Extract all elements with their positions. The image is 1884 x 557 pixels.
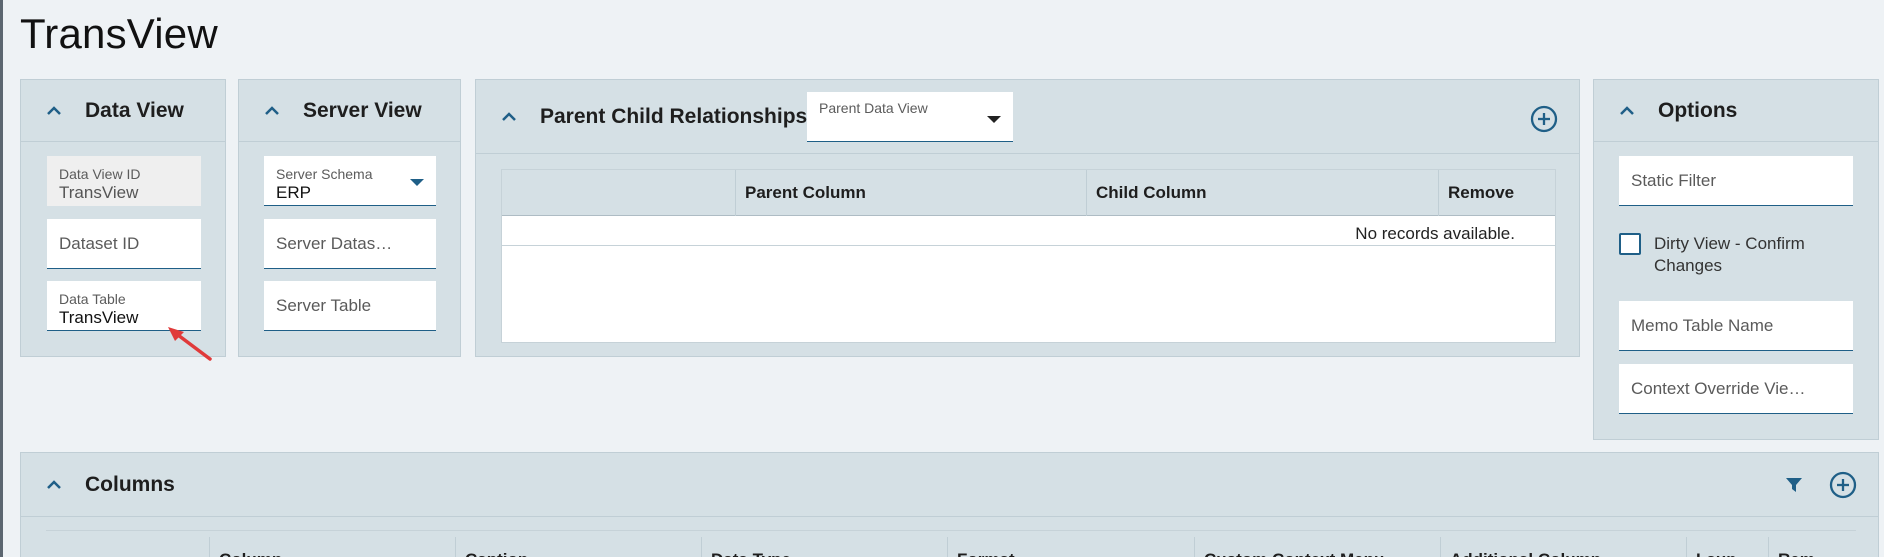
server-schema-chevron-down-icon — [410, 179, 424, 186]
context-override-field[interactable]: Context Override Vie… — [1619, 364, 1853, 414]
column-header-parent-column[interactable]: Parent Column — [735, 170, 1086, 216]
columns-header-select[interactable] — [46, 537, 209, 557]
dirty-view-label-line1: Dirty View - Confirm — [1654, 234, 1805, 253]
parent-data-view-chevron-down-icon — [987, 116, 1001, 123]
server-table-field[interactable]: Server Table — [264, 281, 436, 331]
server-view-title: Server View — [303, 98, 422, 122]
page-title: TransView — [20, 10, 218, 57]
column-header-remove[interactable]: Remove — [1438, 170, 1556, 216]
collapse-relationships-chevron-up-icon[interactable] — [498, 106, 520, 128]
static-filter-placeholder: Static Filter — [1631, 170, 1717, 190]
relationships-title: Parent Child Relationships — [540, 104, 808, 128]
server-schema-dropdown[interactable]: Server Schema ERP — [264, 156, 436, 206]
add-column-add-circle-icon[interactable] — [1829, 471, 1857, 504]
columns-header-custom-context-menu[interactable]: Custom Context Menu — [1194, 537, 1440, 557]
parent-data-view-dropdown[interactable]: Parent Data View — [807, 92, 1013, 142]
dirty-view-label-line2: Changes — [1654, 256, 1723, 275]
columns-header-format[interactable]: Format — [947, 537, 1194, 557]
columns-header-launch[interactable]: Laun… — [1686, 537, 1768, 557]
relationships-table: Parent Column Child Column Remove No rec… — [501, 169, 1556, 343]
collapse-options-chevron-up-icon[interactable] — [1616, 100, 1638, 122]
collapse-server-view-chevron-up-icon[interactable] — [261, 100, 283, 122]
data-table-label: Data Table — [59, 291, 126, 307]
data-table-value: TransView — [59, 308, 139, 327]
dirty-view-checkbox[interactable] — [1619, 233, 1641, 255]
server-schema-value: ERP — [276, 183, 311, 202]
data-view-id-field: Data View ID TransView — [47, 156, 201, 206]
columns-header: Columns — [21, 453, 1878, 517]
window-edge — [0, 0, 3, 557]
relationships-header: Parent Child Relationships — [476, 80, 1579, 154]
server-view-header: Server View — [239, 80, 460, 142]
columns-header-data-type[interactable]: Data Type — [701, 537, 947, 557]
dataset-id-field[interactable]: Dataset ID — [47, 219, 201, 269]
annotation-arrow-icon — [168, 327, 212, 361]
parent-data-view-label: Parent Data View — [819, 100, 928, 116]
columns-header-caption[interactable]: Caption — [455, 537, 701, 557]
relationships-table-header: Parent Column Child Column Remove — [502, 170, 1555, 216]
data-view-id-label: Data View ID — [59, 166, 141, 182]
options-panel: Options Static Filter Dirty View - Confi… — [1593, 79, 1879, 440]
server-dataset-field[interactable]: Server Datas… — [264, 219, 436, 269]
columns-header-remove[interactable]: Rem… — [1768, 537, 1856, 557]
columns-filter-icon[interactable] — [1785, 476, 1803, 499]
add-relationship-add-circle-icon[interactable] — [1530, 105, 1558, 138]
column-header-child-column[interactable]: Child Column — [1086, 170, 1438, 216]
dataset-id-placeholder: Dataset ID — [59, 233, 140, 253]
column-header-select[interactable] — [502, 170, 735, 216]
columns-title: Columns — [85, 472, 175, 496]
server-table-placeholder: Server Table — [276, 295, 372, 315]
data-view-id-value: TransView — [59, 183, 139, 202]
data-view-panel: Data View Data View ID TransView Dataset… — [20, 79, 226, 361]
server-view-panel: Server View Server Schema ERP Server Dat… — [238, 79, 461, 357]
data-view-header: Data View — [21, 80, 225, 142]
options-title: Options — [1658, 98, 1738, 122]
memo-table-placeholder: Memo Table Name — [1631, 315, 1774, 335]
collapse-data-view-chevron-up-icon[interactable] — [43, 100, 65, 122]
static-filter-field[interactable]: Static Filter — [1619, 156, 1853, 206]
server-dataset-placeholder: Server Datas… — [276, 233, 393, 253]
data-view-title: Data View — [85, 98, 184, 122]
collapse-columns-chevron-up-icon[interactable] — [43, 474, 65, 496]
server-schema-label: Server Schema — [276, 166, 373, 182]
dirty-view-label: Dirty View - Confirm Changes — [1654, 233, 1805, 277]
columns-panel: Columns Column Caption Data Type Format … — [20, 452, 1879, 557]
columns-header-column[interactable]: Column — [209, 537, 455, 557]
context-override-placeholder: Context Override Vie… — [1631, 378, 1806, 398]
no-records-text: No records available. — [1355, 224, 1515, 243]
relationships-panel: Parent Child Relationships Parent Data V… — [475, 79, 1580, 357]
options-header: Options — [1594, 80, 1878, 142]
columns-header-additional-column[interactable]: Additional Column — [1440, 537, 1686, 557]
columns-table: Column Caption Data Type Format Custom C… — [46, 530, 1856, 557]
memo-table-field[interactable]: Memo Table Name — [1619, 301, 1853, 351]
